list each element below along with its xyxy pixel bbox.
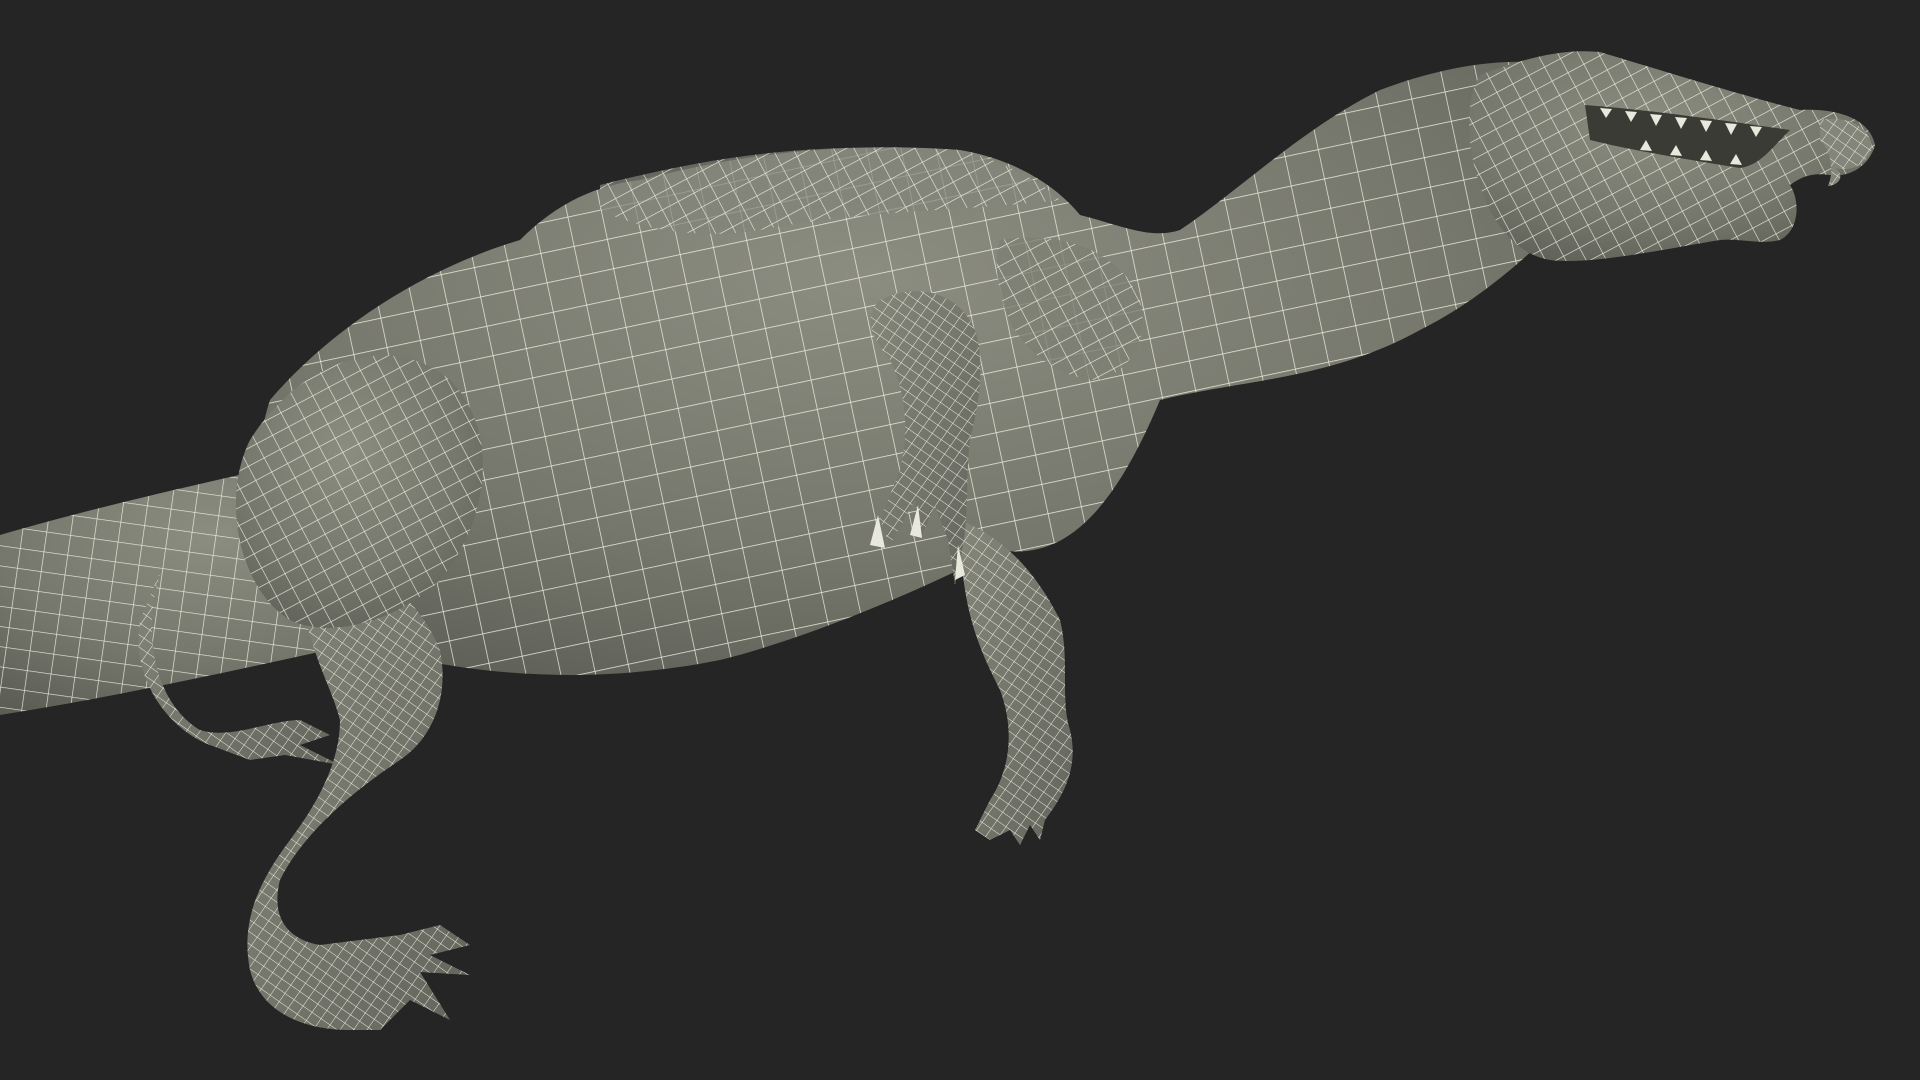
3d-viewport[interactable] — [0, 0, 1920, 1080]
arm-far — [960, 520, 1073, 845]
dinosaur-wireframe-render — [0, 51, 1875, 1030]
hind-leg-near — [235, 355, 483, 1030]
head — [1469, 51, 1875, 261]
